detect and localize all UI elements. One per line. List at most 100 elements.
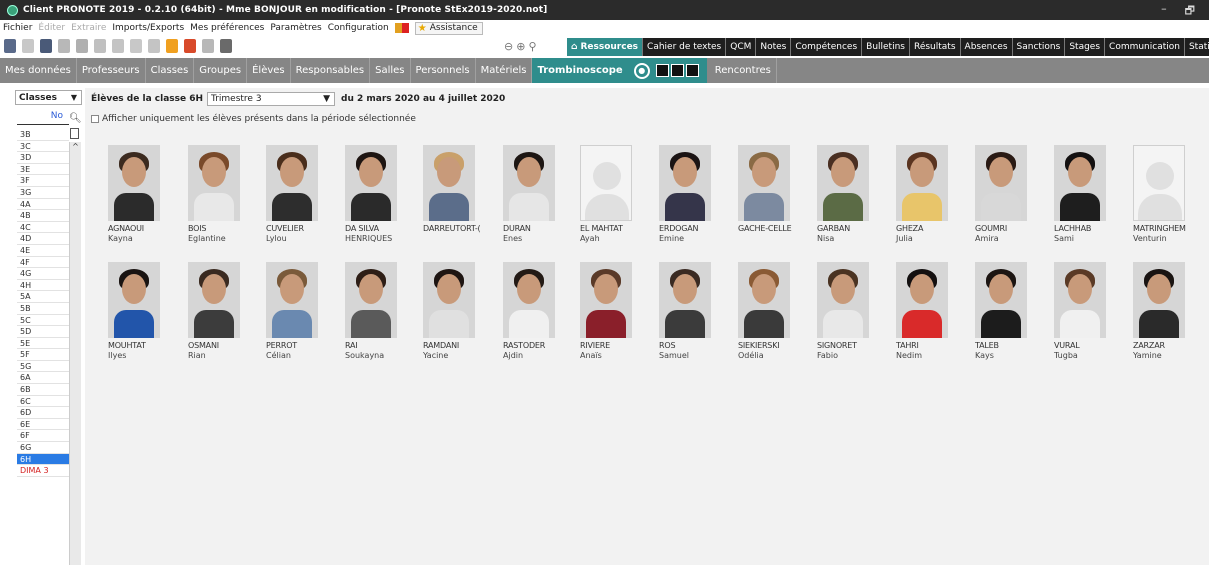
- class-list-item[interactable]: 5C: [17, 314, 69, 327]
- class-list-item[interactable]: 3G: [17, 186, 69, 199]
- class-list-item[interactable]: 5G: [17, 360, 69, 373]
- class-list-item[interactable]: 6E: [17, 418, 69, 431]
- maximize-button[interactable]: 🗗: [1185, 2, 1195, 21]
- forward-icon[interactable]: ⊕: [516, 40, 525, 53]
- calendar-icon[interactable]: [148, 39, 160, 53]
- class-list-item[interactable]: 4H: [17, 279, 69, 292]
- student-card[interactable]: ZARZAR Yamine: [1133, 262, 1209, 361]
- person-icon[interactable]: [184, 39, 196, 53]
- menu-editer[interactable]: Éditer: [38, 23, 65, 33]
- student-card[interactable]: MATRINGHEM Venturin: [1133, 145, 1209, 244]
- student-card[interactable]: ERDOGAN Emine: [659, 145, 737, 244]
- menu-extraire[interactable]: Extraire: [71, 23, 106, 33]
- list-icon[interactable]: [112, 39, 124, 53]
- download-icon[interactable]: [22, 39, 34, 53]
- scroll-up-icon[interactable]: ^: [70, 142, 81, 151]
- menu-imports-exports[interactable]: Imports/Exports: [112, 23, 184, 33]
- class-list-item[interactable]: 6F: [17, 430, 69, 443]
- subnav-groupes[interactable]: Groupes: [194, 58, 248, 83]
- class-list-item[interactable]: 4F: [17, 256, 69, 269]
- student-card[interactable]: LACHHAB Sami: [1054, 145, 1132, 244]
- student-card[interactable]: DA SILVA HENRIQUES: [345, 145, 423, 244]
- class-list-item[interactable]: 4C: [17, 221, 69, 234]
- tab-cahier-de-textes[interactable]: Cahier de textes: [643, 38, 727, 56]
- student-card[interactable]: MOUHTAT Ilyes: [108, 262, 186, 361]
- student-card[interactable]: DURAN Enes: [503, 145, 581, 244]
- subnav-salles[interactable]: Salles: [370, 58, 411, 83]
- view-mode-1-icon[interactable]: [655, 64, 669, 77]
- class-list-item[interactable]: DIMA 3: [17, 465, 69, 477]
- class-list-item[interactable]: 6G: [17, 442, 69, 454]
- class-list-item[interactable]: 6C: [17, 395, 69, 408]
- tab-competences[interactable]: Compétences: [791, 38, 863, 56]
- subnav-classes[interactable]: Classes: [146, 58, 195, 83]
- notification-flag-icon[interactable]: [394, 23, 409, 33]
- class-list-item[interactable]: 6D: [17, 407, 69, 419]
- class-list-item[interactable]: 5A: [17, 291, 69, 303]
- class-list-item[interactable]: 4G: [17, 268, 69, 280]
- chat-icon[interactable]: [130, 39, 142, 53]
- student-card[interactable]: RIVIERE Anaïs: [580, 262, 658, 361]
- column-settings-icon[interactable]: [70, 128, 79, 139]
- class-list-item[interactable]: 4D: [17, 233, 69, 245]
- class-list-item[interactable]: 3B: [17, 129, 69, 141]
- tab-communication[interactable]: Communication: [1105, 38, 1185, 56]
- list-search-icon[interactable]: 🔍︎: [69, 113, 82, 124]
- tab-bulletins[interactable]: Bulletins: [862, 38, 910, 56]
- class-list-scrollbar[interactable]: ^: [69, 142, 81, 565]
- student-card[interactable]: CUVELIER Lylou: [266, 145, 344, 244]
- portrait-view-icon[interactable]: ●: [633, 62, 650, 79]
- subnav-materiels[interactable]: Matériels: [476, 58, 533, 83]
- student-card[interactable]: GACHE-CELLE: [738, 145, 816, 234]
- class-list-item[interactable]: 3E: [17, 163, 69, 176]
- class-list-item[interactable]: 6A: [17, 372, 69, 385]
- class-list-item[interactable]: 5D: [17, 326, 69, 338]
- tab-ressources[interactable]: ⌂ Ressources: [567, 38, 644, 56]
- subnav-responsables[interactable]: Responsables: [291, 58, 371, 83]
- minimize-button[interactable]: –: [1161, 2, 1167, 21]
- class-list-item[interactable]: 5E: [17, 337, 69, 350]
- people-icon[interactable]: [220, 39, 232, 53]
- subnav-trombinoscope[interactable]: Trombinoscope: [532, 58, 628, 83]
- student-card[interactable]: GHEZA Julia: [896, 145, 974, 244]
- assistance-button[interactable]: ★ Assistance: [414, 21, 483, 35]
- menu-preferences[interactable]: Mes préférences: [190, 23, 264, 33]
- class-list-item[interactable]: 6B: [17, 384, 69, 396]
- student-card[interactable]: DARREUTORT-(: [423, 145, 501, 234]
- view-mode-2-icon[interactable]: [670, 64, 684, 77]
- tab-resultats[interactable]: Résultats: [909, 38, 961, 56]
- student-card[interactable]: PERROT Célian: [266, 262, 344, 361]
- resource-type-select[interactable]: Classes ▼: [15, 90, 82, 105]
- student-card[interactable]: GARBAN Nisa: [817, 145, 895, 244]
- class-list-item[interactable]: 3F: [17, 175, 69, 187]
- subnav-mes-donnees[interactable]: Mes données: [0, 58, 77, 83]
- subnav-professeurs[interactable]: Professeurs: [77, 58, 146, 83]
- subnav-eleves[interactable]: Élèves: [247, 58, 291, 83]
- class-list-item[interactable]: 5F: [17, 349, 69, 361]
- student-card[interactable]: GOUMRI Amira: [975, 145, 1053, 244]
- student-card[interactable]: TAHRI Nedim: [896, 262, 974, 361]
- student-card[interactable]: TALEB Kays: [975, 262, 1053, 361]
- building-icon[interactable]: [76, 39, 88, 53]
- view-mode-3-icon[interactable]: [685, 64, 699, 77]
- student-card[interactable]: SIEKIERSKI Odélia: [738, 262, 816, 361]
- search-icon[interactable]: ⚲: [528, 40, 536, 53]
- grid-icon[interactable]: [58, 39, 70, 53]
- list-header[interactable]: No: [17, 111, 69, 125]
- student-card[interactable]: OSMANI Rian: [188, 262, 266, 361]
- class-list-item[interactable]: 4E: [17, 244, 69, 257]
- email-icon[interactable]: [40, 39, 52, 53]
- menu-configuration[interactable]: Configuration: [328, 23, 389, 33]
- tab-qcm[interactable]: QCM: [726, 38, 757, 56]
- lightbulb-icon[interactable]: [166, 39, 178, 53]
- subnav-rencontres[interactable]: Rencontres: [707, 58, 777, 83]
- student-card[interactable]: ROS Samuel: [659, 262, 737, 361]
- document-icon[interactable]: [94, 39, 106, 53]
- table-icon[interactable]: [202, 39, 214, 53]
- class-list-item[interactable]: 3C: [17, 140, 69, 153]
- class-list-item[interactable]: 4A: [17, 198, 69, 211]
- student-card[interactable]: BOIS Eglantine: [188, 145, 266, 244]
- subnav-personnels[interactable]: Personnels: [411, 58, 476, 83]
- menu-parametres[interactable]: Paramètres: [270, 23, 321, 33]
- tab-notes[interactable]: Notes: [756, 38, 792, 56]
